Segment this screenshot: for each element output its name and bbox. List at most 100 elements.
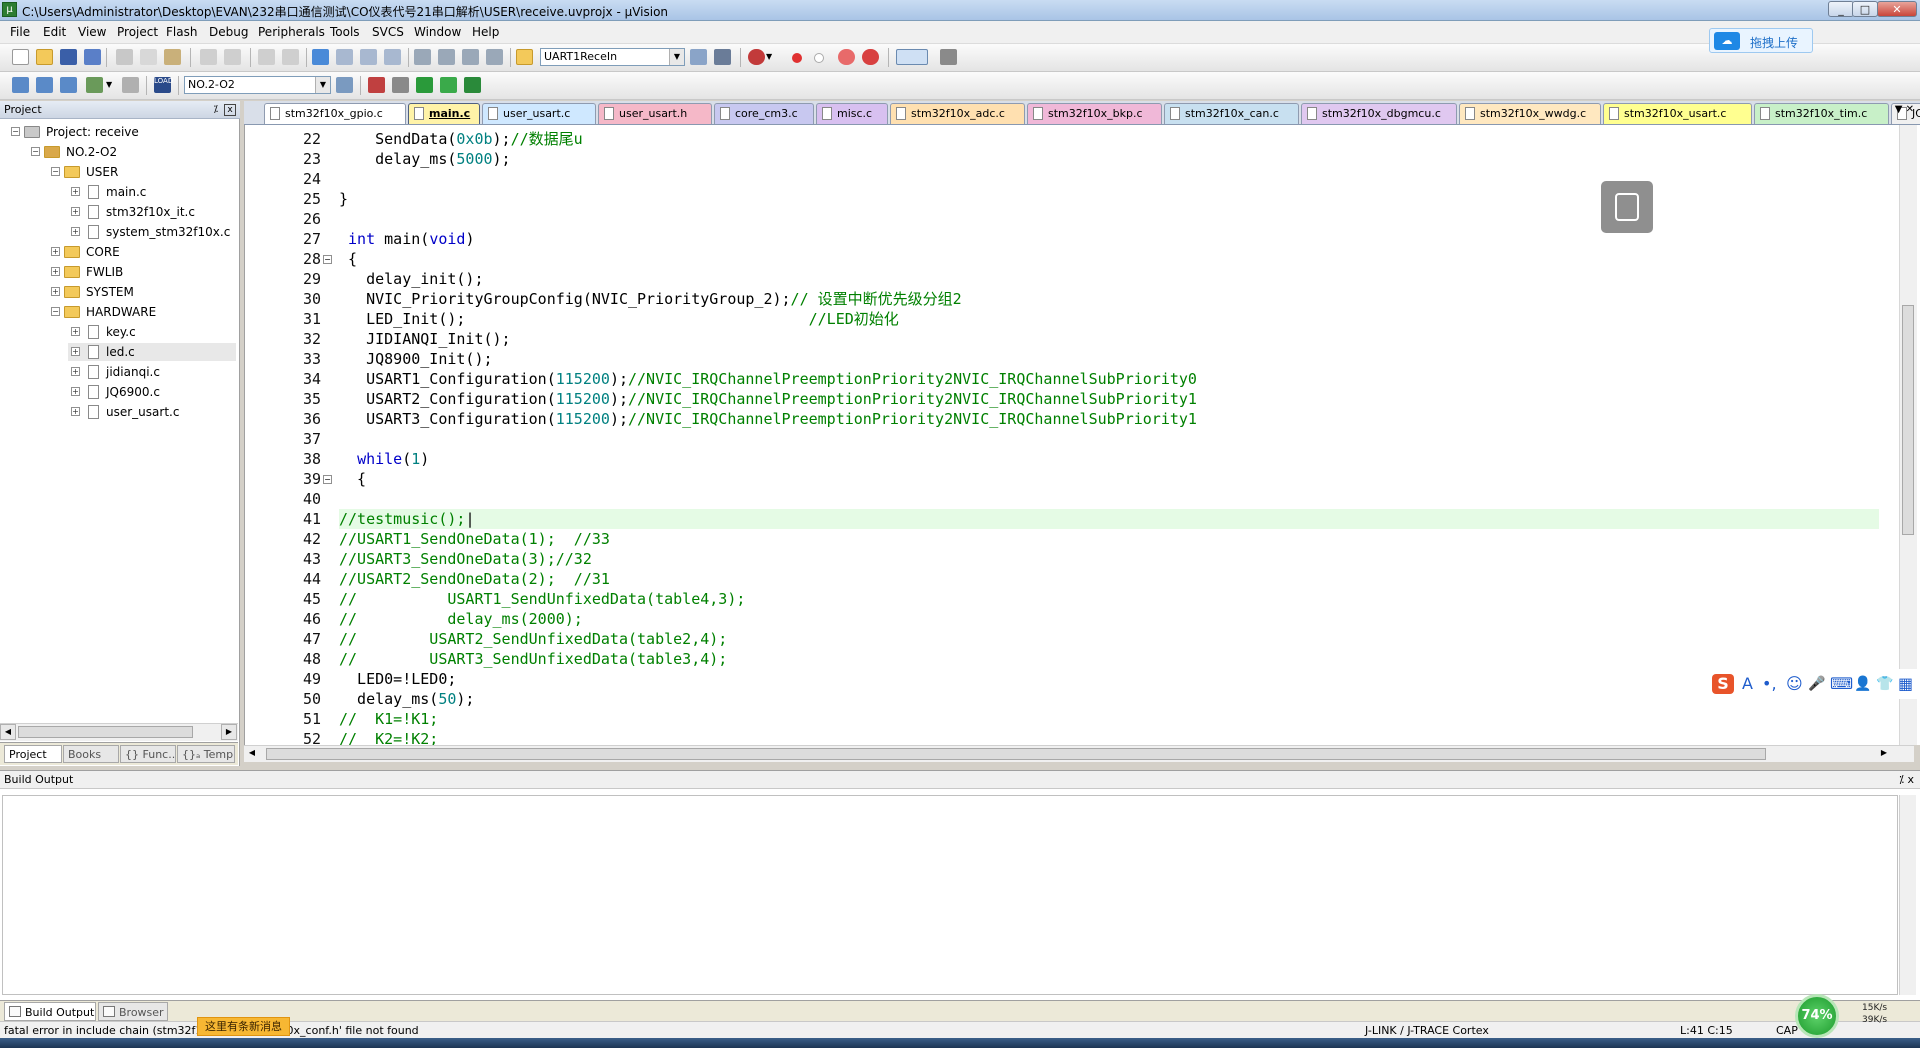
code-line[interactable]: int main(void): [339, 229, 474, 249]
code-line[interactable]: // USART1_SendUnfixedData(table4,3);: [339, 589, 745, 609]
build-target-combo[interactable]: NO.2-O2 ▼: [184, 76, 331, 94]
user-icon[interactable]: 👤: [1854, 674, 1871, 694]
expand-icon[interactable]: +: [51, 287, 60, 296]
tab-main-c[interactable]: main.c: [408, 103, 480, 124]
chevron-down-icon[interactable]: ▼: [766, 49, 776, 65]
manage-project-items-icon[interactable]: [368, 77, 385, 93]
minimize-button[interactable]: _: [1828, 1, 1854, 17]
expand-icon[interactable]: +: [71, 207, 80, 216]
tree-item-system[interactable]: + SYSTEM: [48, 283, 236, 301]
tab-user-usart-h[interactable]: user_usart.h: [598, 103, 712, 124]
scroll-left-icon[interactable]: ◀: [244, 746, 260, 762]
code-line[interactable]: LED_Init(); //LED初始化: [339, 309, 899, 329]
save-icon[interactable]: [60, 49, 77, 65]
code-line[interactable]: // K1=!K1;: [339, 709, 438, 729]
fold-collapse-icon[interactable]: −: [323, 475, 332, 484]
ime-mode-icon[interactable]: A: [1742, 674, 1753, 694]
tab-user-usart-c[interactable]: user_usart.c: [482, 103, 596, 124]
voice-icon[interactable]: 🎤: [1808, 674, 1825, 694]
code-line[interactable]: {: [339, 469, 366, 489]
save-all-icon[interactable]: [84, 49, 101, 65]
build-icon[interactable]: [36, 77, 53, 93]
tree-item-key-c[interactable]: + key.c: [68, 323, 236, 341]
prev-bookmark-icon[interactable]: [336, 49, 353, 65]
menu-flash[interactable]: Flash: [166, 25, 197, 39]
breakpoint-icon[interactable]: [792, 53, 802, 63]
find-combo[interactable]: UART1ReceIn ▼: [540, 48, 685, 66]
kill-all-breakpoints-icon[interactable]: [862, 49, 879, 65]
incremental-find-icon[interactable]: [714, 49, 731, 65]
menu-svcs[interactable]: SVCS: [372, 25, 404, 39]
collapse-icon[interactable]: −: [31, 147, 40, 156]
navigate-forward-icon[interactable]: [282, 49, 299, 65]
tree-item-system-stm32f10x-c[interactable]: + system_stm32f10x.c: [68, 223, 236, 241]
tree-item-fwlib[interactable]: + FWLIB: [48, 263, 236, 281]
collapse-icon[interactable]: −: [51, 307, 60, 316]
menu-peripherals[interactable]: Peripherals: [258, 25, 325, 39]
scroll-thumb[interactable]: [266, 748, 1766, 760]
fold-collapse-icon[interactable]: −: [323, 255, 332, 264]
run-time-environment-icon[interactable]: [464, 77, 481, 93]
tree-item-led-c[interactable]: + led.c: [68, 343, 236, 361]
redo-icon[interactable]: [224, 49, 241, 65]
pin-icon[interactable]: ⁒: [214, 101, 219, 119]
maximize-button[interactable]: □: [1852, 1, 1878, 17]
tab-stm32f10x-adc-c[interactable]: stm32f10x_adc.c: [890, 103, 1025, 124]
expand-icon[interactable]: +: [71, 327, 80, 336]
chevron-down-icon[interactable]: ▼: [106, 77, 116, 93]
expand-icon[interactable]: +: [71, 367, 80, 376]
comment-icon[interactable]: [462, 49, 479, 65]
tab-stm32f10x-tim-c[interactable]: stm32f10x_tim.c: [1754, 103, 1889, 124]
translate-icon[interactable]: [12, 77, 29, 93]
upload-button[interactable]: ☁ 拖拽上传: [1709, 28, 1813, 53]
tree-item-hardware[interactable]: − HARDWARE: [48, 303, 236, 321]
expand-icon[interactable]: +: [71, 387, 80, 396]
tree-item-core[interactable]: + CORE: [48, 243, 236, 261]
tab-menu-icon[interactable]: ▼ ✕: [1895, 104, 1914, 115]
code-editor[interactable]: 22 23 24 25 26 27 28−29 30 31 32 33 34 35 36 37 38 39−40…: [244, 125, 1920, 745]
toolbox-icon[interactable]: ▦: [1898, 674, 1913, 694]
scroll-thumb[interactable]: [1902, 305, 1914, 535]
rebuild-icon[interactable]: [60, 77, 77, 93]
tab-templates[interactable]: {}ₐ Temp...: [177, 745, 235, 763]
tab-functions[interactable]: {} Func...: [120, 745, 176, 763]
stop-build-icon[interactable]: [122, 77, 139, 93]
expand-icon[interactable]: +: [51, 267, 60, 276]
editor-vscrollbar[interactable]: [1899, 125, 1917, 745]
expand-icon[interactable]: +: [71, 407, 80, 416]
find-icon[interactable]: [690, 49, 707, 65]
configure-icon[interactable]: [940, 49, 957, 65]
navigate-back-icon[interactable]: [258, 49, 275, 65]
chevron-down-icon[interactable]: ▼: [669, 49, 684, 65]
close-window-button[interactable]: ✕: [1877, 1, 1917, 17]
menu-edit[interactable]: Edit: [43, 25, 66, 39]
menu-project[interactable]: Project: [117, 25, 158, 39]
code-line[interactable]: // K2=!K2;: [339, 729, 438, 745]
tab-browser[interactable]: Browser: [98, 1002, 168, 1021]
build-output-vscrollbar[interactable]: [1899, 795, 1916, 995]
collapse-icon[interactable]: −: [11, 127, 20, 136]
skin-icon[interactable]: 👕: [1876, 674, 1893, 694]
build-output-text[interactable]: [2, 795, 1898, 995]
expand-icon[interactable]: +: [51, 247, 60, 256]
code-line[interactable]: //USART1_SendOneData(1); //33: [339, 529, 610, 549]
scroll-right-icon[interactable]: ▶: [221, 724, 237, 740]
tab-project[interactable]: Project: [4, 745, 62, 763]
code-line[interactable]: USART2_Configuration(115200);//NVIC_IRQC…: [339, 389, 1197, 409]
keyboard-icon[interactable]: ⌨: [1830, 674, 1853, 694]
expand-icon[interactable]: +: [71, 187, 80, 196]
debug-session-icon[interactable]: [748, 49, 765, 65]
tab-build-output[interactable]: Build Output: [4, 1002, 96, 1021]
close-icon[interactable]: x: [224, 104, 236, 116]
tab-stm32f10x-usart-c[interactable]: stm32f10x_usart.c: [1603, 103, 1752, 124]
scroll-right-icon[interactable]: ▶: [1876, 746, 1892, 762]
usb-device-widget[interactable]: [1601, 181, 1653, 233]
code-line[interactable]: JIDIANQI_Init();: [339, 329, 511, 349]
tab-stm32f10x-dbgmcu-c[interactable]: stm32f10x_dbgmcu.c: [1301, 103, 1457, 124]
tab-stm32f10x-can-c[interactable]: stm32f10x_can.c: [1164, 103, 1299, 124]
menu-view[interactable]: View: [78, 25, 106, 39]
tab-core-cm3-c[interactable]: core_cm3.c: [714, 103, 814, 124]
editor-hscrollbar[interactable]: ◀ ▶: [244, 745, 1914, 762]
tree-item-project-receive[interactable]: − Project: receive: [8, 123, 236, 141]
collapse-icon[interactable]: −: [51, 167, 60, 176]
